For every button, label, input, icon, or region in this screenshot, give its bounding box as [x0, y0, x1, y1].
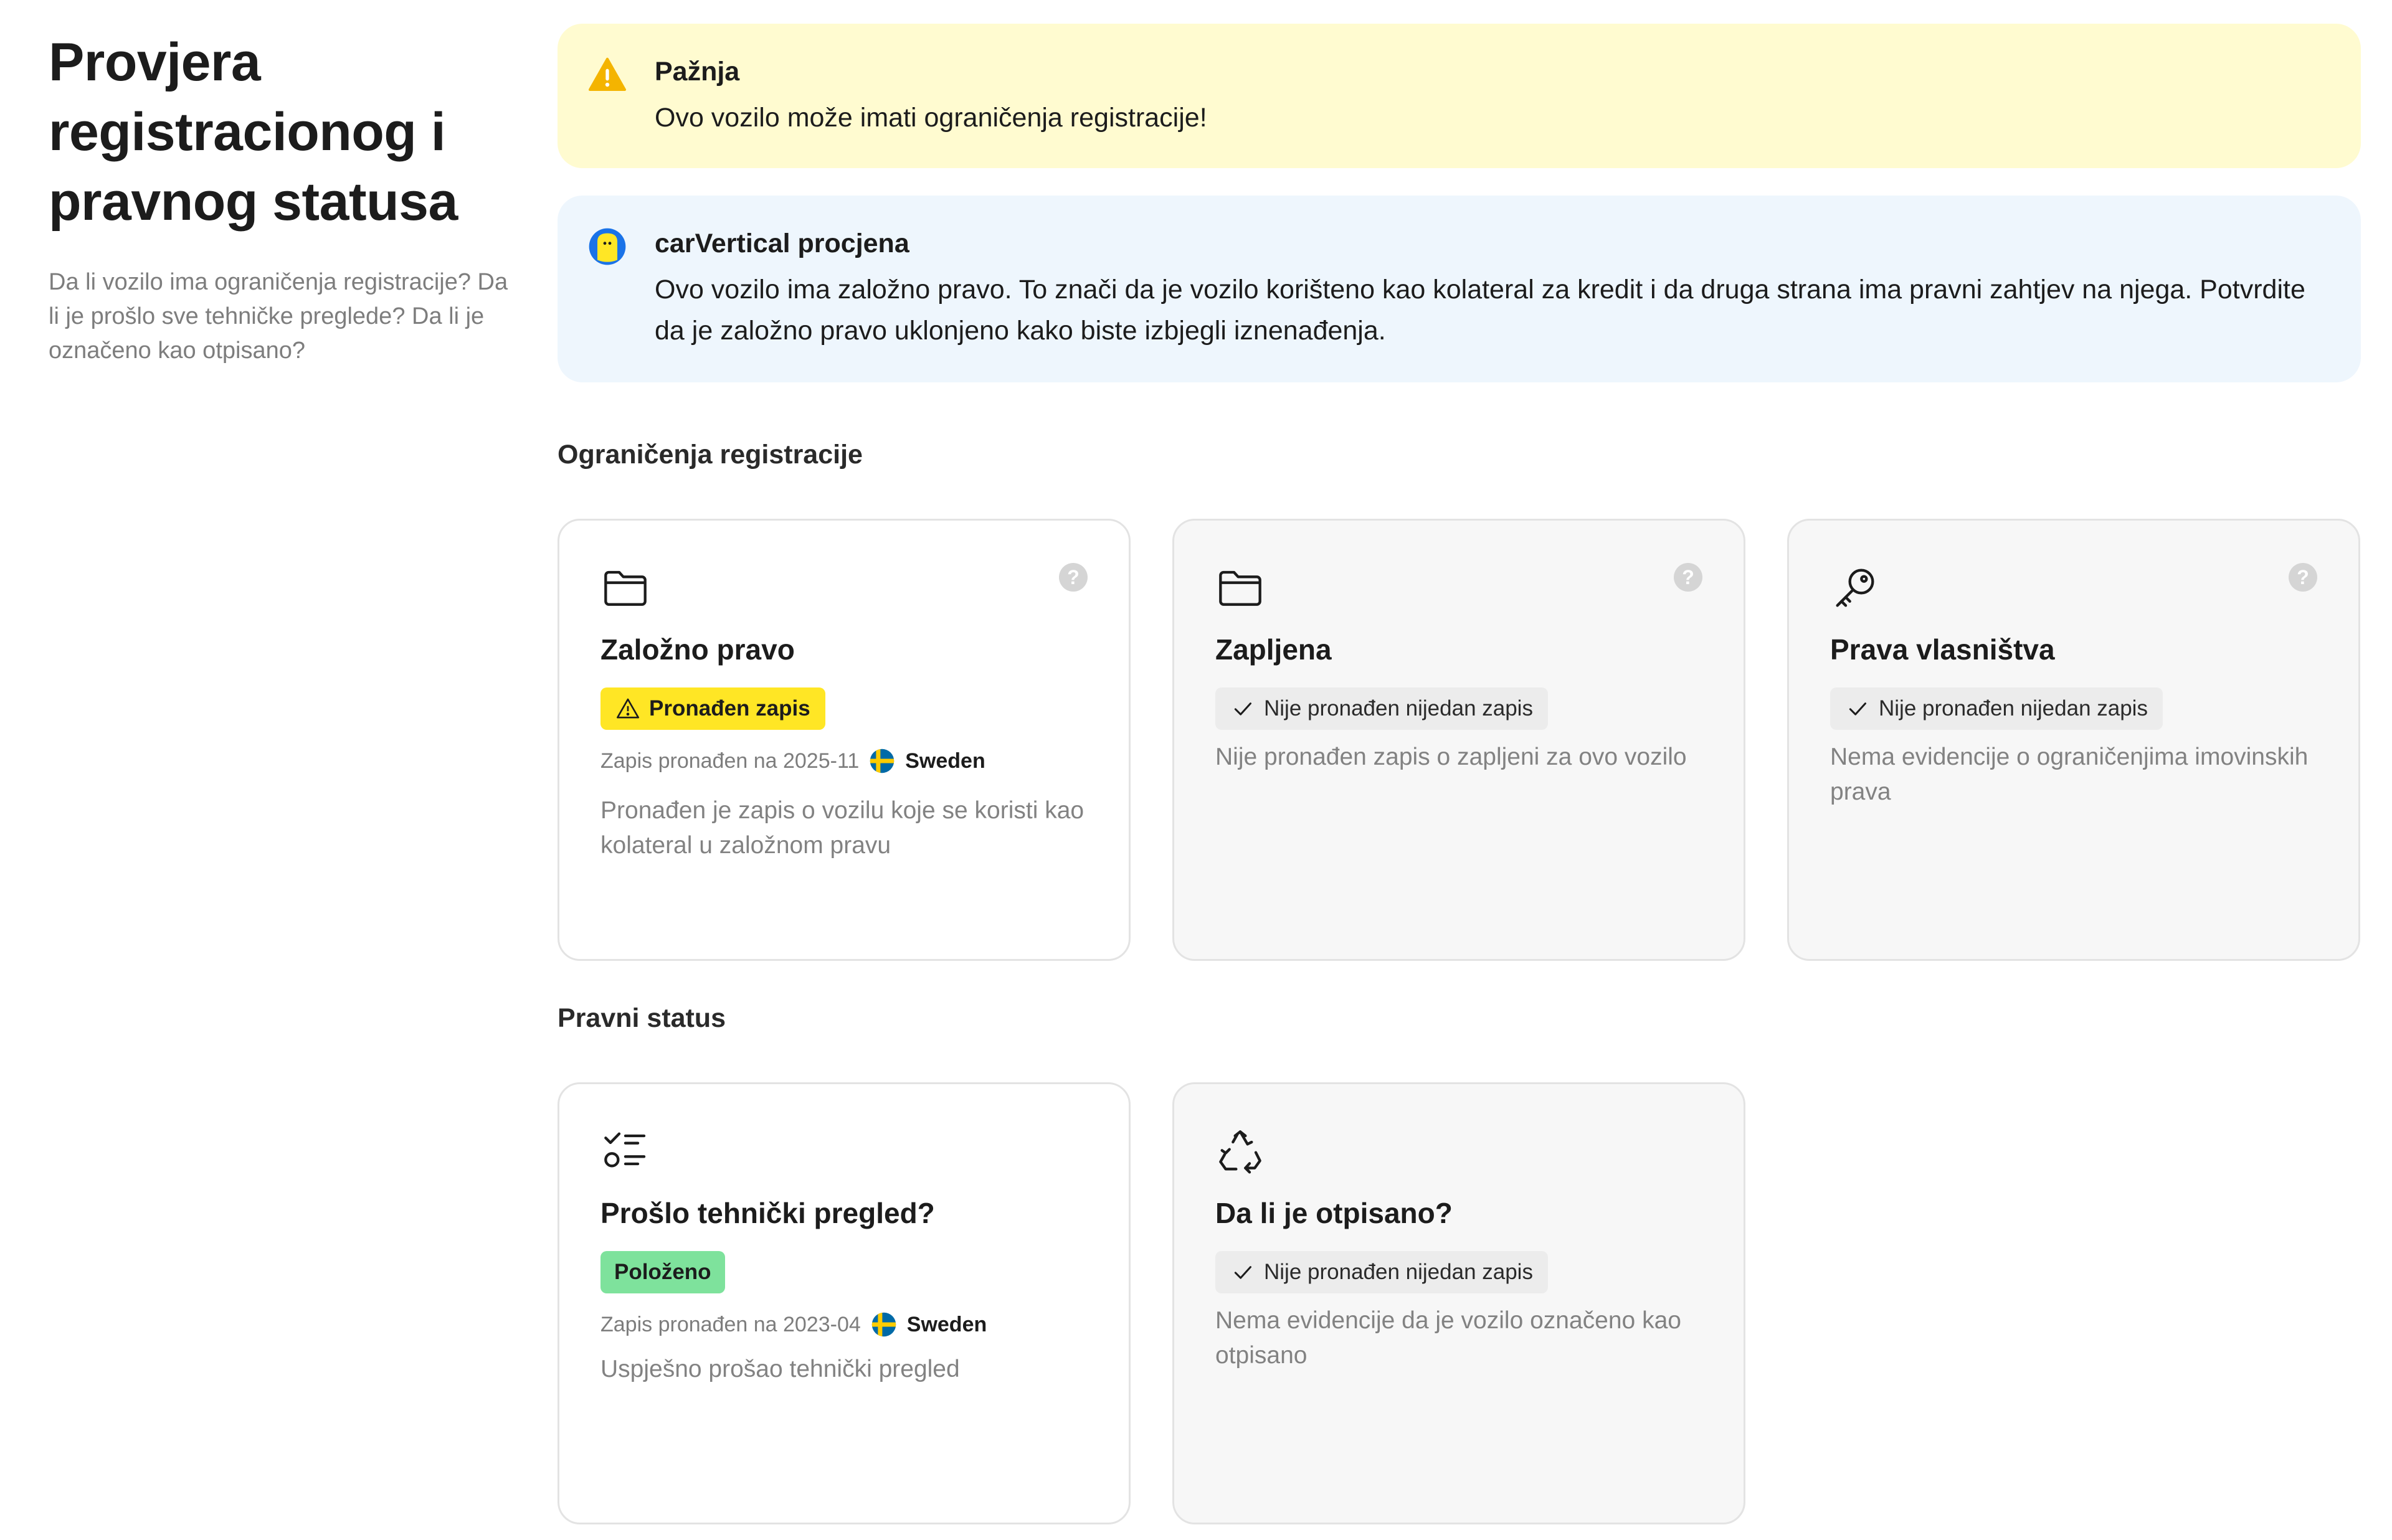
card-description: Uspješno prošao tehnički pregled [600, 1356, 960, 1382]
card-title: Prava vlasništva [1830, 633, 2055, 666]
card-written-off[interactable]: Da li je otpisano? Nije pronađen nijedan… [1172, 1082, 1745, 1524]
folder-icon [1219, 570, 1261, 606]
warning-title: Pažnja [655, 57, 740, 87]
key-icon [1836, 569, 1874, 607]
assessment-text: Ovo vozilo ima založno pravo. To znači d… [655, 275, 2305, 346]
checklist-icon [604, 1132, 646, 1168]
record-meta: Zapis pronađen na 2023-04 Sweden [600, 1311, 987, 1338]
help-icon[interactable]: ? [2289, 563, 2317, 592]
assessment-title: carVertical procjena [655, 229, 909, 258]
card-ownership-rights[interactable]: ? Prava vlasništva Nije pronađen nijedan… [1787, 519, 2360, 961]
card-seizure[interactable]: ? Zapljena Nije pronađen nijedan zapis N… [1172, 519, 1745, 961]
sidebar: Provjera registracionog i pravnog status… [49, 27, 510, 368]
card-technical-inspection[interactable]: Prošlo tehnički pregled? Položeno Zapis … [558, 1082, 1131, 1524]
section-title-legal-status: Pravni status [558, 1003, 726, 1033]
card-description: Nema evidencije o ograničenjima imovinsk… [1830, 744, 2309, 805]
status-badge: Nije pronađen nijedan zapis [1215, 687, 1548, 730]
card-title: Založno pravo [600, 633, 795, 666]
check-icon [1234, 1266, 1251, 1279]
card-lien[interactable]: ? Založno pravo Pronađen zapis Zapis pro… [558, 519, 1131, 961]
main-content: Pažnja Ovo vozilo može imati ograničenja… [558, 24, 2361, 1524]
folder-icon [604, 570, 647, 606]
record-meta: Zapis pronađen na 2025-11 Sweden [600, 748, 985, 774]
help-icon[interactable]: ? [1059, 563, 1088, 592]
check-icon [1234, 702, 1251, 716]
status-badge: Nije pronađen nijedan zapis [1830, 687, 2163, 730]
status-badge-label: Položeno [614, 1260, 711, 1284]
card-title: Zapljena [1215, 633, 1332, 666]
card-description: Nije pronađen zapis o zapljeni za ovo vo… [1215, 744, 1687, 770]
check-icon [1849, 702, 1866, 716]
page-description: Da li vozilo ima ograničenja registracij… [49, 269, 508, 364]
carvertical-mascot-icon [589, 228, 626, 265]
assessment-alert: carVertical procjena Ovo vozilo ima zalo… [558, 196, 2361, 382]
status-badge-label: Nije pronađen nijedan zapis [1264, 1260, 1533, 1284]
card-description: Nema evidencije da je vozilo označeno ka… [1215, 1307, 1681, 1369]
status-badge-label: Pronađen zapis [649, 696, 810, 720]
status-badge: Položeno [600, 1251, 725, 1293]
status-badge: Nije pronađen nijedan zapis [1215, 1251, 1548, 1293]
record-country: Sweden [905, 749, 985, 773]
warning-outline-icon [617, 698, 639, 719]
warning-alert: Pažnja Ovo vozilo može imati ograničenja… [558, 24, 2361, 168]
record-date: Zapis pronađen na 2023-04 [600, 1312, 861, 1336]
section-title-restrictions: Ograničenja registracije [558, 440, 863, 470]
record-date: Zapis pronađen na 2025-11 [600, 749, 860, 773]
sweden-flag-icon [871, 1312, 896, 1337]
warning-text: Ovo vozilo može imati ograničenja regist… [655, 103, 1207, 133]
recycle-icon [1219, 1130, 1261, 1174]
card-title: Prošlo tehnički pregled? [600, 1197, 935, 1229]
status-badge-label: Nije pronađen nijedan zapis [1264, 696, 1533, 720]
record-country: Sweden [906, 1312, 987, 1336]
status-badge: Pronađen zapis [600, 687, 825, 730]
page-title: Provjera registracionog i pravnog status… [49, 32, 458, 232]
status-badge-label: Nije pronađen nijedan zapis [1879, 696, 2148, 720]
card-description: Pronađen je zapis o vozilu koje se koris… [600, 797, 1084, 859]
card-title: Da li je otpisano? [1215, 1197, 1453, 1229]
help-icon[interactable]: ? [1674, 563, 1702, 592]
sweden-flag-icon [870, 749, 895, 773]
warning-triangle-icon [589, 57, 626, 91]
